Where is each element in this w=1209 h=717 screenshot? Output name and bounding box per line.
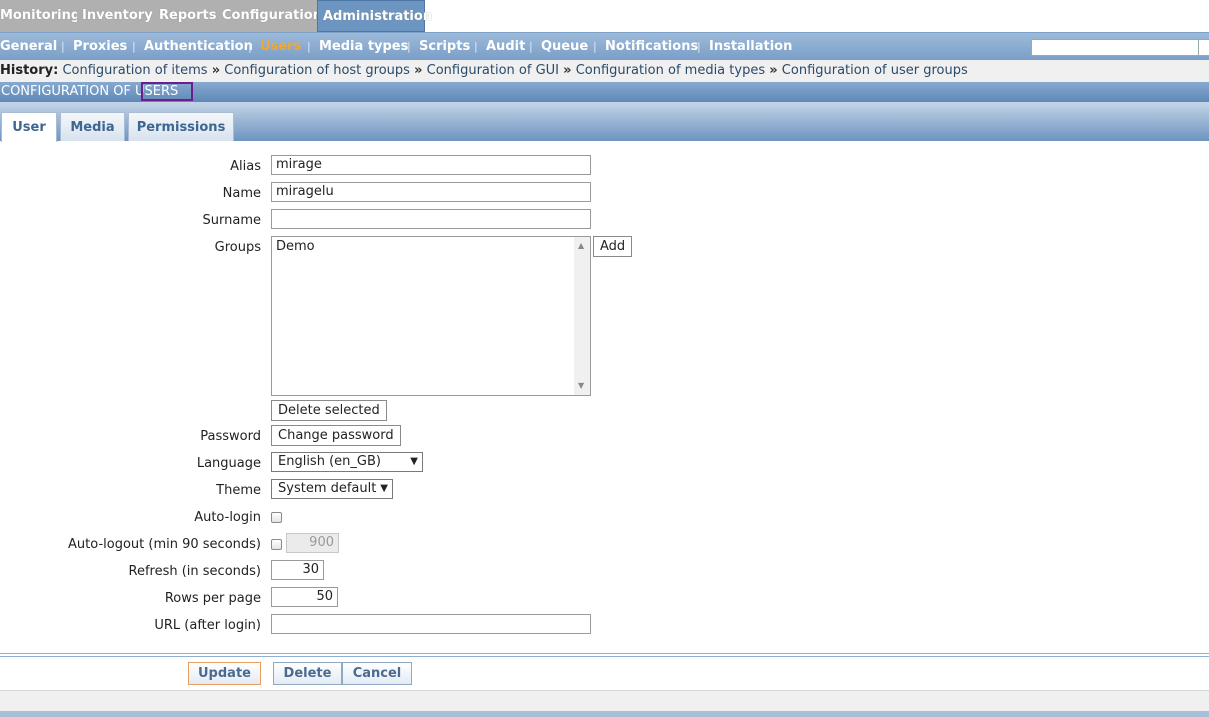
name-field[interactable]: miragelu <box>271 182 591 202</box>
history-item[interactable]: Configuration of items <box>62 63 207 78</box>
menu-configuration[interactable]: Configuration <box>217 0 322 32</box>
history-separator: » <box>563 63 572 78</box>
scroll-down-icon[interactable]: ▼ <box>578 381 584 390</box>
autologin-label: Auto-login <box>194 510 261 525</box>
submenu-audit[interactable]: Audit <box>486 33 525 60</box>
search-button[interactable] <box>1198 39 1209 56</box>
footer-strip <box>0 711 1209 717</box>
submenu-notifications[interactable]: Notifications <box>605 33 698 60</box>
submenu-general[interactable]: General <box>0 33 57 60</box>
rows-per-page-field[interactable]: 50 <box>271 587 338 607</box>
submenu-users[interactable]: Users <box>260 33 301 60</box>
language-value: English (en_GB) <box>278 454 381 469</box>
submenu-separator: | <box>407 40 411 53</box>
password-label: Password <box>200 429 261 444</box>
menu-monitoring[interactable]: Monitoring <box>0 0 80 32</box>
history-separator: » <box>769 63 778 78</box>
autologout-field[interactable]: 900 <box>286 533 339 553</box>
surname-label: Surname <box>202 213 261 228</box>
submenu-separator: | <box>248 40 252 53</box>
tab-bar: User Media Permissions <box>0 102 1209 142</box>
theme-select[interactable]: System default ▼ <box>271 479 393 499</box>
name-label: Name <box>222 186 261 201</box>
history-item[interactable]: Configuration of GUI <box>427 63 559 78</box>
submenu-scripts[interactable]: Scripts <box>419 33 470 60</box>
delete-selected-button[interactable]: Delete selected <box>271 400 387 421</box>
autologout-checkbox[interactable] <box>271 539 282 550</box>
theme-label: Theme <box>216 483 261 498</box>
language-select[interactable]: English (en_GB) ▼ <box>271 452 423 472</box>
url-label: URL (after login) <box>154 618 261 633</box>
submenu-authentication[interactable]: Authentication <box>144 33 253 60</box>
history-item[interactable]: Configuration of user groups <box>782 63 968 78</box>
search-input[interactable] <box>1031 39 1199 56</box>
submenu-separator: | <box>474 40 478 53</box>
groups-option[interactable]: Demo <box>276 239 315 254</box>
scroll-up-icon[interactable]: ▲ <box>578 241 584 250</box>
alias-label: Alias <box>230 159 261 174</box>
chevron-down-icon: ▼ <box>380 483 388 494</box>
url-field[interactable] <box>271 614 591 634</box>
groups-scrollbar[interactable]: ▲ ▼ <box>574 237 590 395</box>
tab-permissions[interactable]: Permissions <box>128 112 234 141</box>
page-title-prefix: CONFIGURATION OF <box>1 84 136 99</box>
cancel-button[interactable]: Cancel <box>342 662 412 685</box>
submenu-proxies[interactable]: Proxies <box>73 33 127 60</box>
submenu-separator: | <box>697 40 701 53</box>
history-separator: » <box>211 63 221 78</box>
autologout-label: Auto-logout (min 90 seconds) <box>68 537 261 552</box>
history-item[interactable]: Configuration of host groups <box>224 63 410 78</box>
history-separator: » <box>414 63 423 78</box>
add-group-button[interactable]: Add <box>593 236 633 257</box>
theme-value: System default <box>278 481 377 496</box>
footer-divider <box>0 653 1209 654</box>
submenu-separator: | <box>307 40 311 53</box>
history-breadcrumb: History: Configuration of items » Config… <box>0 60 1209 82</box>
submenu-installation[interactable]: Installation <box>709 33 792 60</box>
groups-listbox[interactable]: Demo ▲ ▼ <box>271 236 591 396</box>
submenu-queue[interactable]: Queue <box>541 33 588 60</box>
rows-per-page-label: Rows per page <box>164 591 261 606</box>
refresh-label: Refresh (in seconds) <box>128 564 262 579</box>
menu-inventory[interactable]: Inventory <box>77 0 153 32</box>
history-label: History: <box>0 63 59 78</box>
change-password-button[interactable]: Change password <box>271 425 401 446</box>
delete-button[interactable]: Delete <box>273 662 342 685</box>
tab-media[interactable]: Media <box>60 112 125 141</box>
submenu-separator: | <box>132 40 136 53</box>
footer-divider <box>0 656 1209 657</box>
footer-bar <box>0 690 1209 712</box>
submenu-media-types[interactable]: Media types <box>319 33 408 60</box>
submenu-separator: | <box>61 40 65 53</box>
update-button[interactable]: Update <box>188 662 261 685</box>
chevron-down-icon: ▼ <box>410 456 418 467</box>
history-item[interactable]: Configuration of media types <box>576 63 765 78</box>
menu-reports[interactable]: Reports <box>153 0 217 32</box>
submenu-separator: | <box>593 40 597 53</box>
top-menu: Monitoring Inventory Reports Configurati… <box>0 0 1209 33</box>
sub-menu: General | Proxies | Authentication | Use… <box>0 33 1209 60</box>
highlight-box <box>141 82 193 101</box>
tab-user[interactable]: User <box>1 112 57 142</box>
refresh-field[interactable]: 30 <box>271 560 324 580</box>
language-label: Language <box>196 456 261 471</box>
page-title-bar: CONFIGURATION OF USERS <box>0 82 1209 102</box>
alias-field[interactable]: mirage <box>271 155 591 175</box>
submenu-separator: | <box>529 40 533 53</box>
surname-field[interactable] <box>271 209 591 229</box>
menu-administration[interactable]: Administration <box>317 0 432 32</box>
groups-label: Groups <box>214 240 261 255</box>
autologin-checkbox[interactable] <box>271 512 282 523</box>
